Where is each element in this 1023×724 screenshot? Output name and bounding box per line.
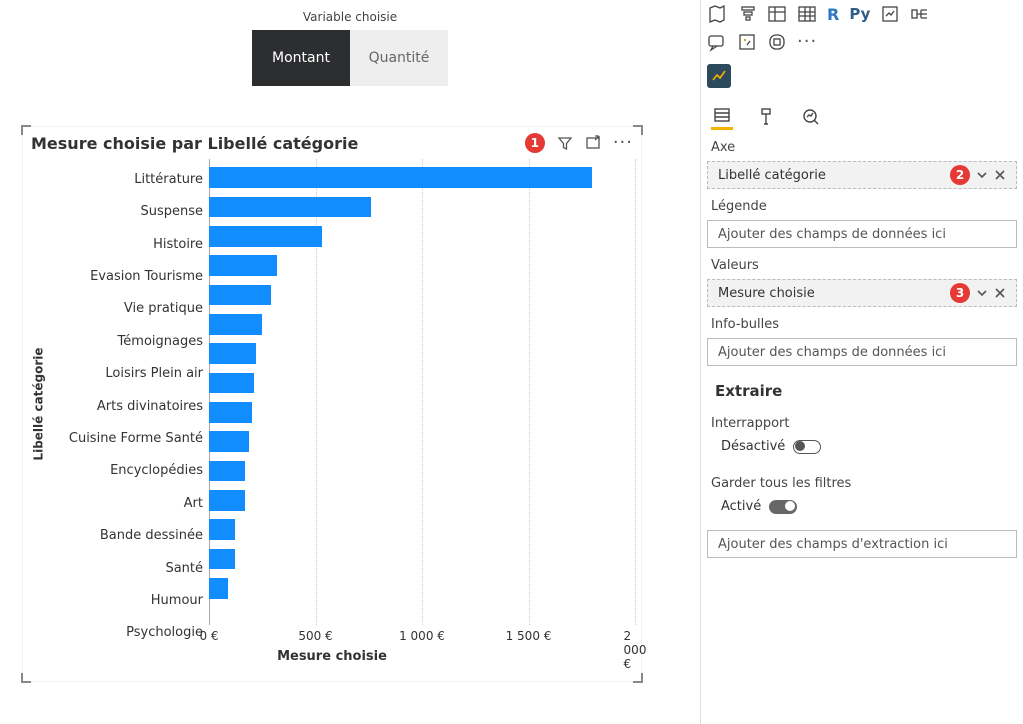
bar[interactable]: [209, 402, 252, 423]
plot-area: 0 €500 €1 000 €1 500 €2 000 €: [209, 159, 635, 649]
bar[interactable]: [209, 255, 277, 276]
viz-icon-decomposition[interactable]: [910, 4, 930, 24]
viz-icon-narrative[interactable]: [737, 32, 757, 52]
visualizations-pane: R Py ··· Axe Libellé catégorie 2 Légende…: [700, 0, 1023, 724]
viz-icon-funnel[interactable]: [737, 4, 757, 24]
category-label: Témoignages: [49, 325, 209, 357]
well-label-legend: Légende: [705, 189, 1019, 218]
category-label: Histoire: [49, 228, 209, 260]
format-tab[interactable]: [755, 102, 777, 130]
viz-icon-paginated[interactable]: [767, 32, 787, 52]
viz-icon-qa[interactable]: [707, 32, 727, 52]
bar[interactable]: [209, 490, 245, 511]
selection-handle-tr[interactable]: [633, 125, 643, 135]
viz-icon-table[interactable]: [767, 4, 787, 24]
well-label-tooltip: Info-bulles: [705, 307, 1019, 336]
keepfilters-state: Activé: [721, 499, 761, 514]
selected-viz-icon: [707, 64, 731, 88]
annotation-badge-3: 3: [950, 283, 970, 303]
x-tick-label: 1 500 €: [506, 629, 552, 643]
y-axis-title: Libellé catégorie: [29, 159, 49, 649]
category-label: Arts divinatoires: [49, 390, 209, 422]
well-label-values: Valeurs: [705, 248, 1019, 277]
category-label: Littérature: [49, 163, 209, 195]
bar[interactable]: [209, 549, 235, 570]
annotation-badge-2: 2: [950, 165, 970, 185]
bar-chart-visual[interactable]: Mesure choisie par Libellé catégorie 1 ·…: [22, 126, 642, 682]
x-tick-label: 0 €: [199, 629, 218, 643]
x-tick-label: 2 000 €: [624, 629, 647, 671]
drillthrough-field-well[interactable]: Ajouter des champs d'extraction ici: [707, 530, 1017, 558]
focus-mode-icon[interactable]: [585, 135, 601, 151]
analytics-tab[interactable]: [799, 102, 821, 130]
selection-handle-bl[interactable]: [21, 673, 31, 683]
slicer-option-quantite[interactable]: Quantité: [350, 30, 448, 86]
values-field-well[interactable]: Mesure choisie 3: [707, 279, 1017, 307]
bar[interactable]: [209, 461, 245, 482]
category-label: Suspense: [49, 195, 209, 227]
slicer-title: Variable choisie: [10, 10, 690, 24]
bar[interactable]: [209, 167, 592, 188]
viz-more-icon[interactable]: ···: [797, 33, 817, 51]
category-label: Art: [49, 487, 209, 519]
selection-handle-br[interactable]: [633, 673, 643, 683]
crossreport-label: Interrapport: [705, 406, 1019, 435]
keepfilters-label: Garder tous les filtres: [705, 466, 1019, 495]
axis-field-well[interactable]: Libellé catégorie 2: [707, 161, 1017, 189]
category-label: Santé: [49, 552, 209, 584]
slicer: Variable choisie Montant Quantité: [10, 10, 690, 86]
x-axis-title: Mesure choisie: [23, 649, 641, 670]
legend-field-well[interactable]: Ajouter des champs de données ici: [707, 220, 1017, 248]
visual-title: Mesure choisie par Libellé catégorie: [31, 134, 525, 153]
annotation-badge-1: 1: [525, 133, 545, 153]
category-label: Psychologie: [49, 617, 209, 649]
category-labels: LittératureSuspenseHistoireEvasion Touri…: [49, 159, 209, 649]
selection-handle-tl[interactable]: [21, 125, 31, 135]
fields-tab[interactable]: [711, 102, 733, 130]
viz-icon-keyinfluencers[interactable]: [880, 4, 900, 24]
category-label: Humour: [49, 584, 209, 616]
viz-icon-map[interactable]: [707, 4, 727, 24]
remove-field-icon[interactable]: [994, 287, 1006, 299]
slicer-option-montant[interactable]: Montant: [252, 30, 350, 86]
bar[interactable]: [209, 431, 249, 452]
bar[interactable]: [209, 197, 371, 218]
bar[interactable]: [209, 578, 228, 599]
well-label-axis: Axe: [705, 130, 1019, 159]
drillthrough-title: Extraire: [705, 366, 1019, 406]
bar[interactable]: [209, 314, 262, 335]
crossreport-state: Désactivé: [721, 439, 785, 454]
x-tick-label: 500 €: [298, 629, 332, 643]
bar[interactable]: [209, 285, 271, 306]
bar[interactable]: [209, 519, 235, 540]
viz-icon-python[interactable]: Py: [849, 5, 870, 23]
viz-icon-matrix[interactable]: [797, 4, 817, 24]
category-label: Evasion Tourisme: [49, 260, 209, 292]
category-label: Bande dessinée: [49, 519, 209, 551]
bar[interactable]: [209, 373, 254, 394]
viz-icon-r[interactable]: R: [827, 5, 839, 24]
chevron-down-icon[interactable]: [976, 287, 988, 299]
more-options-icon[interactable]: ···: [613, 134, 633, 152]
keepfilters-toggle[interactable]: [769, 500, 797, 514]
category-label: Loisirs Plein air: [49, 357, 209, 389]
crossreport-toggle[interactable]: [793, 440, 821, 454]
bar[interactable]: [209, 343, 256, 364]
tooltip-field-well[interactable]: Ajouter des champs de données ici: [707, 338, 1017, 366]
x-tick-label: 1 000 €: [399, 629, 445, 643]
filter-icon[interactable]: [557, 135, 573, 151]
chevron-down-icon[interactable]: [976, 169, 988, 181]
category-label: Cuisine Forme Santé: [49, 422, 209, 454]
remove-field-icon[interactable]: [994, 169, 1006, 181]
category-label: Encyclopédies: [49, 455, 209, 487]
bar[interactable]: [209, 226, 322, 247]
category-label: Vie pratique: [49, 293, 209, 325]
